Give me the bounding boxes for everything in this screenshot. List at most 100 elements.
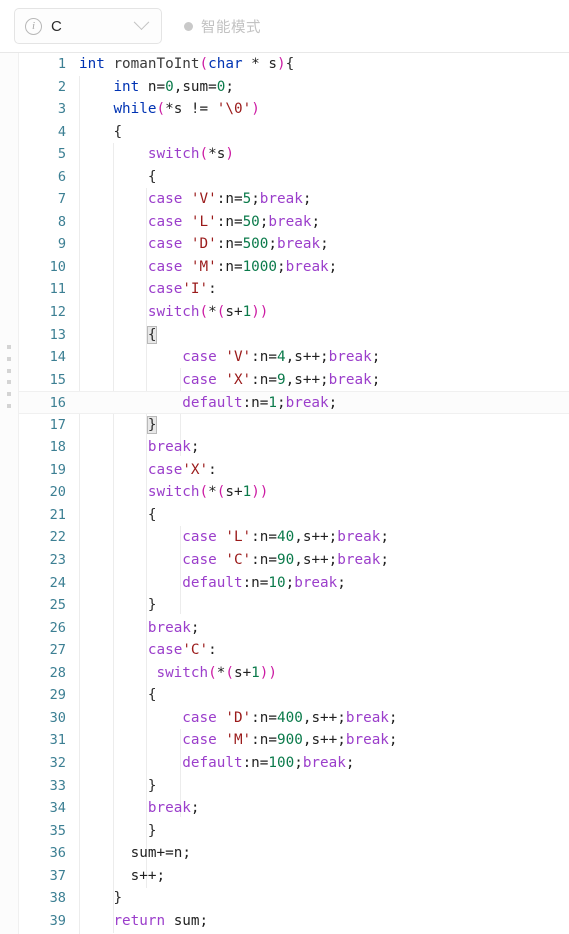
code-line[interactable]: 32 default:n=100;break; [19, 752, 569, 775]
code-text[interactable]: return sum; [79, 910, 569, 933]
code-text[interactable]: int n=0,sum=0; [79, 76, 569, 99]
code-line[interactable]: 26 break; [19, 617, 569, 640]
code-text[interactable]: case 'D':n=500;break; [79, 233, 569, 256]
code-line[interactable]: 38 } [19, 887, 569, 910]
line-number: 32 [49, 754, 66, 771]
line-number: 10 [49, 258, 66, 275]
code-editor[interactable]: 1 int romanToInt(char * s){2 int n=0,sum=… [0, 53, 569, 934]
code-line[interactable]: 2 int n=0,sum=0; [19, 76, 569, 99]
line-number: 15 [49, 371, 66, 388]
code-line[interactable]: 10 case 'M':n=1000;break; [19, 256, 569, 279]
code-line[interactable]: 18 break; [19, 436, 569, 459]
code-text[interactable]: { [79, 684, 569, 707]
line-number: 1 [57, 56, 66, 72]
code-line[interactable]: 30 case 'D':n=400,s++;break; [19, 707, 569, 730]
code-line[interactable]: 35 } [19, 820, 569, 843]
code-text[interactable]: } [79, 414, 569, 437]
code-line[interactable]: 8 case 'L':n=50;break; [19, 211, 569, 234]
code-text[interactable]: case 'M':n=1000;break; [79, 256, 569, 279]
code-text[interactable]: case'C': [79, 639, 569, 662]
status-dot-icon [184, 21, 193, 31]
code-text[interactable]: { [79, 166, 569, 189]
code-line[interactable]: 4 { [19, 121, 569, 144]
code-text[interactable]: case 'C':n=90,s++;break; [79, 549, 569, 572]
code-text[interactable]: switch(*(s+1)) [79, 662, 569, 685]
code-line[interactable]: 29 { [19, 684, 569, 707]
code-line[interactable]: 17 } [19, 414, 569, 437]
code-line[interactable]: 19 case'X': [19, 459, 569, 482]
info-icon: i [25, 17, 42, 35]
code-text[interactable]: case 'V':n=5;break; [79, 188, 569, 211]
code-line[interactable]: 23 case 'C':n=90,s++;break; [19, 549, 569, 572]
code-text[interactable]: case 'L':n=40,s++;break; [79, 526, 569, 549]
language-selector[interactable]: i C [14, 8, 162, 44]
code-text[interactable]: case 'M':n=900,s++;break; [79, 729, 569, 752]
code-line[interactable]: 33 } [19, 775, 569, 798]
code-text[interactable]: default:n=100;break; [79, 752, 569, 775]
code-line[interactable]: 14 case 'V':n=4,s++;break; [19, 346, 569, 369]
code-text[interactable]: { [79, 121, 569, 144]
drag-grip-dots-icon[interactable] [7, 345, 12, 416]
line-number: 35 [49, 822, 66, 839]
code-line[interactable]: 24 default:n=10;break; [19, 572, 569, 595]
code-text[interactable]: int romanToInt(char * s){ [79, 53, 569, 76]
chevron-down-icon[interactable] [133, 13, 150, 30]
code-line[interactable]: 21 { [19, 504, 569, 527]
code-text[interactable]: sum+=n; [79, 842, 569, 865]
code-text[interactable]: { [79, 324, 569, 347]
code-line[interactable]: 22 case 'L':n=40,s++;break; [19, 526, 569, 549]
code-text[interactable]: case'I': [79, 278, 569, 301]
code-line[interactable]: 7 case 'V':n=5;break; [19, 188, 569, 211]
code-text[interactable]: s++; [79, 865, 569, 888]
code-line[interactable]: 3 while(*s != '\0') [19, 98, 569, 121]
smart-mode-indicator[interactable]: 智能模式 [184, 16, 261, 37]
code-line[interactable]: 12 switch(*(s+1)) [19, 301, 569, 324]
line-number: 5 [57, 146, 66, 163]
code-text[interactable]: } [79, 820, 569, 843]
code-lines-container[interactable]: 1 int romanToInt(char * s){2 int n=0,sum=… [19, 53, 569, 934]
code-text[interactable]: } [79, 594, 569, 617]
code-text[interactable]: case 'V':n=4,s++;break; [79, 346, 569, 369]
code-line[interactable]: 39 return sum; [19, 910, 569, 933]
code-text[interactable]: case 'L':n=50;break; [79, 211, 569, 234]
code-line[interactable]: 15 case 'X':n=9,s++;break; [19, 369, 569, 392]
code-line[interactable]: 13 { [19, 324, 569, 347]
code-line[interactable]: 16 default:n=1;break; [19, 391, 569, 414]
editor-drag-handle[interactable] [0, 53, 19, 934]
line-number: 22 [49, 529, 66, 546]
code-line[interactable]: 31 case 'M':n=900,s++;break; [19, 729, 569, 752]
code-line[interactable]: 36 sum+=n; [19, 842, 569, 865]
code-text[interactable]: break; [79, 436, 569, 459]
line-number: 21 [49, 506, 66, 523]
code-line[interactable]: 27 case'C': [19, 639, 569, 662]
code-line[interactable]: 9 case 'D':n=500;break; [19, 233, 569, 256]
code-text[interactable]: case 'X':n=9,s++;break; [79, 369, 569, 392]
code-text[interactable]: break; [79, 797, 569, 820]
code-text[interactable]: switch(*s) [79, 143, 569, 166]
code-text[interactable]: switch(*(s+1)) [79, 481, 569, 504]
line-number: 31 [49, 732, 66, 749]
code-line[interactable]: 20 switch(*(s+1)) [19, 481, 569, 504]
code-text[interactable]: default:n=10;break; [79, 572, 569, 595]
code-text[interactable]: { [79, 504, 569, 527]
code-line[interactable]: 28 switch(*(s+1)) [19, 662, 569, 685]
line-number: 20 [49, 484, 66, 501]
code-line[interactable]: 34 break; [19, 797, 569, 820]
code-line[interactable]: 6 { [19, 166, 569, 189]
line-number: 4 [57, 123, 66, 140]
code-text[interactable]: case 'D':n=400,s++;break; [79, 707, 569, 730]
code-text[interactable]: break; [79, 617, 569, 640]
code-text[interactable]: } [79, 775, 569, 798]
code-line[interactable]: 11 case'I': [19, 278, 569, 301]
code-text[interactable]: default:n=1;break; [79, 392, 569, 415]
code-line[interactable]: 1 int romanToInt(char * s){ [19, 53, 569, 76]
line-number: 3 [57, 101, 66, 118]
code-text[interactable]: switch(*(s+1)) [79, 301, 569, 324]
code-text[interactable]: while(*s != '\0') [79, 98, 569, 121]
language-selector-value: C [51, 17, 62, 35]
code-line[interactable]: 37 s++; [19, 865, 569, 888]
code-line[interactable]: 25 } [19, 594, 569, 617]
code-text[interactable]: } [79, 887, 569, 910]
code-text[interactable]: case'X': [79, 459, 569, 482]
code-line[interactable]: 5 switch(*s) [19, 143, 569, 166]
